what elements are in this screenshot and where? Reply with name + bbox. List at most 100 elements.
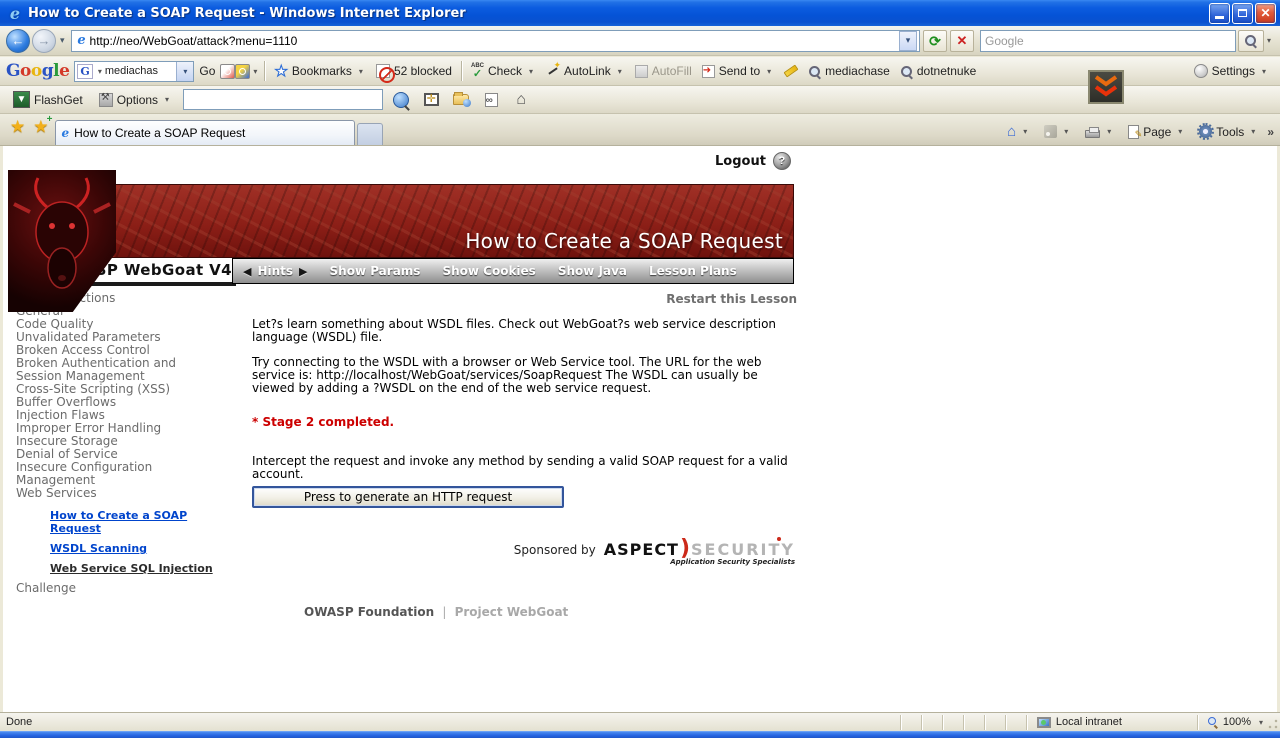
chevron-down-icon: ▾ [358, 66, 363, 76]
refresh-button[interactable]: ⟳ [922, 29, 947, 52]
settings-button[interactable]: Settings ▾ [1189, 59, 1274, 83]
flashget-capture-button[interactable] [419, 89, 443, 111]
search-box[interactable] [979, 29, 1236, 52]
lesson-sidebar: Admin Functions General Code Quality Unv… [16, 292, 241, 596]
feeds-button[interactable]: ▾ [1039, 123, 1076, 140]
restart-lesson-link[interactable]: Restart this Lesson [252, 292, 797, 306]
flashget-dropzone[interactable] [1088, 70, 1124, 104]
search-site-icon[interactable] [220, 63, 236, 79]
sendto-button[interactable]: Send to ▾ [697, 59, 779, 83]
menu-hints[interactable]: ◀ Hints ▶ [243, 264, 308, 278]
add-favorite-button[interactable]: ★ + [33, 115, 52, 136]
settings-pearl-icon [1193, 64, 1208, 78]
status-message: Done [6, 716, 33, 728]
flashget-search-input[interactable] [183, 89, 384, 110]
stop-button[interactable]: ✕ [949, 29, 974, 52]
form-icon [634, 64, 648, 78]
ie-logo-icon: e [9, 3, 21, 23]
tab-favicon-icon: e [61, 126, 70, 140]
chevron-down-icon: ▾ [1178, 127, 1183, 136]
minimize-button[interactable] [1209, 2, 1230, 24]
plus-icon: + [46, 114, 53, 125]
lesson-banner: How to Create a SOAP Request [108, 184, 794, 258]
zoom-level: 100% [1222, 716, 1251, 728]
forward-button[interactable]: → [32, 28, 56, 53]
prev-hint-icon[interactable]: ◀ [243, 265, 251, 278]
search-go-button[interactable] [1237, 29, 1264, 52]
sidebar-item-insecure-configuration[interactable]: Insecure Configuration Management [16, 461, 206, 487]
chevron-down-icon: ▾ [767, 66, 772, 76]
dotnetnuke-button[interactable]: dotnetnuke [895, 59, 981, 83]
chevron-down-icon[interactable]: ▾ [95, 67, 105, 76]
sidebar-link-wsdl-scanning[interactable]: WSDL Scanning [50, 542, 241, 555]
sidebar-item-challenge[interactable]: Challenge [16, 581, 241, 595]
google-logo: Google [6, 61, 70, 81]
flashget-folder-button[interactable] [449, 89, 473, 111]
spellcheck-button[interactable]: ABC ✓ Check ▾ [466, 59, 541, 83]
sidebar-item-broken-authentication[interactable]: Broken Authentication and Session Manage… [16, 357, 206, 383]
search-images-icon[interactable] [235, 63, 251, 79]
close-button[interactable]: ✕ [1255, 2, 1276, 24]
google-search-value[interactable]: mediachas [105, 65, 177, 77]
search-options-dropdown[interactable]: ▾ [1264, 36, 1274, 45]
footer-project-link[interactable]: Project WebGoat [455, 605, 569, 619]
highlighter-button[interactable] [779, 59, 803, 83]
flashget-button[interactable]: ▼ FlashGet [8, 88, 88, 112]
google-search-combo[interactable]: G ▾ mediachas ▾ [74, 60, 195, 82]
new-tab-button[interactable] [356, 123, 383, 145]
google-go-button[interactable]: Go [194, 59, 220, 83]
flashget-links-button[interactable] [479, 89, 503, 111]
search-modes-dropdown[interactable]: ▾ [250, 67, 260, 76]
page-menu-button[interactable]: Page ▾ [1123, 123, 1190, 141]
tab-active[interactable]: e How to Create a SOAP Request [54, 120, 355, 145]
mediachase-button[interactable]: mediachase [803, 59, 895, 83]
printer-icon [1085, 126, 1101, 138]
back-button[interactable]: ← [6, 28, 30, 53]
search-input[interactable] [984, 33, 1231, 48]
address-input[interactable] [89, 33, 899, 48]
page-favicon-icon: e [77, 33, 86, 48]
taskbar-edge [0, 731, 1280, 738]
footer-owasp-link[interactable]: OWASP Foundation [304, 605, 434, 619]
autolink-button[interactable]: AutoLink ▾ [541, 59, 630, 83]
sidebar-item-web-services[interactable]: Web Services [16, 487, 206, 500]
google-search-dropdown[interactable]: ▾ [176, 61, 194, 81]
autofill-button[interactable]: AutoFill [630, 59, 697, 83]
toolbar-overflow-button[interactable]: » [1267, 125, 1274, 139]
menu-show-java[interactable]: Show Java [558, 264, 627, 278]
address-dropdown-button[interactable]: ▾ [898, 30, 917, 51]
next-hint-icon[interactable]: ▶ [299, 265, 307, 278]
toolbar-separator [460, 61, 462, 81]
sidebar-link-ws-sql-injection[interactable]: Web Service SQL Injection [50, 562, 241, 575]
recent-pages-dropdown[interactable]: ▾ [60, 35, 65, 46]
bookmarks-button[interactable]: ★ Bookmarks ▾ [269, 59, 371, 83]
generate-request-button[interactable]: Press to generate an HTTP request [252, 486, 564, 508]
status-bar: Done Local intranet 100% ▾ [0, 712, 1280, 731]
autolink-label: AutoLink [564, 64, 611, 78]
help-button[interactable]: ? [772, 152, 791, 170]
print-button[interactable]: ▾ [1080, 124, 1119, 140]
spellcheck-icon: ABC ✓ [470, 62, 484, 80]
home-button[interactable]: ⌂ ▾ [1002, 122, 1035, 141]
favorites-center-button[interactable]: ★ [10, 118, 25, 135]
menu-show-cookies[interactable]: Show Cookies [442, 264, 535, 278]
address-bar[interactable]: e ▾ [70, 29, 920, 52]
resize-grip[interactable] [1267, 718, 1279, 730]
flashget-options-button[interactable]: Options ▾ [94, 88, 177, 112]
restore-button[interactable] [1232, 2, 1253, 24]
logout-link[interactable]: Logout [715, 154, 766, 169]
chevron-down-icon[interactable]: ▾ [1256, 718, 1266, 727]
menu-lesson-plans[interactable]: Lesson Plans [649, 264, 737, 278]
capture-icon [423, 92, 439, 106]
rss-icon [1044, 125, 1058, 138]
popup-blocker-button[interactable]: 52 blocked [371, 59, 457, 83]
chevron-down-icon: ▾ [617, 66, 622, 76]
flashget-search-button[interactable] [389, 89, 413, 111]
tools-menu-button[interactable]: Tools ▾ [1194, 123, 1263, 141]
menu-show-params[interactable]: Show Params [330, 264, 421, 278]
flashget-home-button[interactable]: ⌂ [509, 89, 533, 111]
search-icon [808, 65, 821, 78]
dotnetnuke-label: dotnetnuke [916, 64, 977, 78]
check-label: Check [487, 64, 522, 78]
sidebar-link-soap-request[interactable]: How to Create a SOAP Request [50, 509, 241, 535]
